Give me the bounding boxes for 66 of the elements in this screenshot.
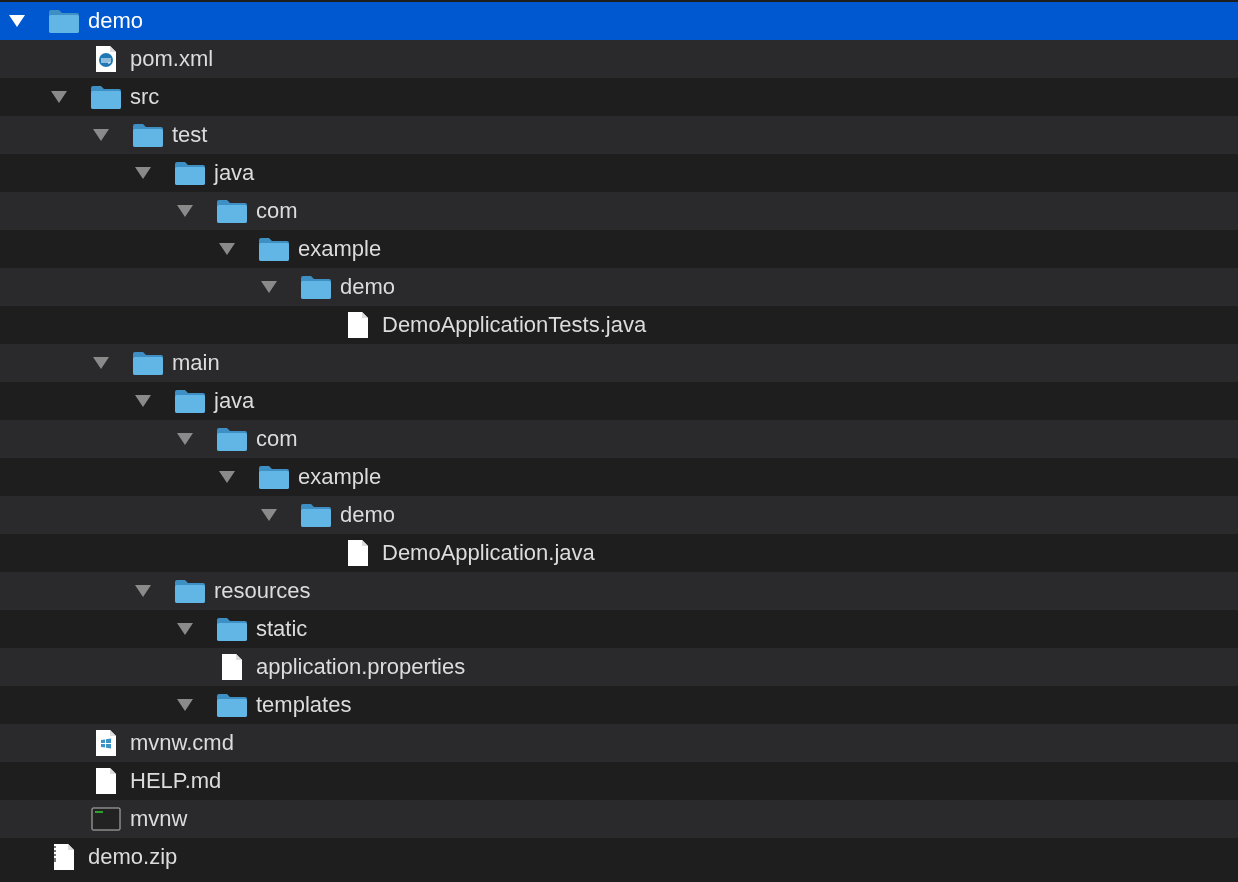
file-row[interactable]: test (0, 116, 1238, 154)
file-row[interactable]: com (0, 192, 1238, 230)
expanded-triangle-icon[interactable] (134, 166, 152, 180)
expanded-triangle-icon[interactable] (176, 698, 194, 712)
terminal-icon (90, 806, 122, 832)
expanded-triangle-icon[interactable] (218, 470, 236, 484)
folder-icon (300, 274, 332, 300)
folder-icon (216, 692, 248, 718)
expanded-triangle-icon[interactable] (92, 128, 110, 142)
expanded-triangle-icon[interactable] (218, 242, 236, 256)
expanded-triangle-icon[interactable] (260, 508, 278, 522)
file-name: example (298, 464, 382, 490)
file-name: example (298, 236, 382, 262)
folder-icon (216, 616, 248, 642)
folder-icon (48, 8, 80, 34)
file-row[interactable]: resources (0, 572, 1238, 610)
file-name: java (214, 160, 255, 186)
file-name: DemoApplicationTests.java (382, 312, 647, 338)
file-name: templates (256, 692, 352, 718)
file-name: resources (214, 578, 311, 604)
file-name: test (172, 122, 208, 148)
folder-icon (216, 198, 248, 224)
file-name: src (130, 84, 160, 110)
folder-icon (174, 388, 206, 414)
file-name: demo.zip (88, 844, 178, 870)
expanded-triangle-icon[interactable] (176, 432, 194, 446)
file-name: mvnw.cmd (130, 730, 234, 756)
expanded-triangle-icon[interactable] (92, 356, 110, 370)
file-name: com (256, 198, 298, 224)
file-row[interactable]: application.properties (0, 648, 1238, 686)
file-row[interactable]: com (0, 420, 1238, 458)
file-row[interactable]: mvnw.cmd (0, 724, 1238, 762)
file-row[interactable]: demo (0, 496, 1238, 534)
folder-icon (174, 578, 206, 604)
folder-icon (216, 426, 248, 452)
file-row[interactable]: demo (0, 268, 1238, 306)
file-name: com (256, 426, 298, 452)
file-name: demo (340, 502, 396, 528)
file-row[interactable]: demo (0, 2, 1238, 40)
folder-icon (258, 464, 290, 490)
file-name: demo (88, 8, 144, 34)
file-name: pom.xml (130, 46, 214, 72)
folder-icon (174, 160, 206, 186)
file-name: static (256, 616, 308, 642)
file-row[interactable]: mvnw (0, 800, 1238, 838)
folder-icon (132, 122, 164, 148)
folder-icon (300, 502, 332, 528)
file-name: java (214, 388, 255, 414)
expanded-triangle-icon[interactable] (260, 280, 278, 294)
file-name: demo (340, 274, 396, 300)
expanded-triangle-icon[interactable] (50, 90, 68, 104)
folder-icon (132, 350, 164, 376)
file-name: application.properties (256, 654, 466, 680)
expanded-triangle-icon[interactable] (176, 204, 194, 218)
expanded-triangle-icon[interactable] (134, 584, 152, 598)
file-name: HELP.md (130, 768, 222, 794)
expanded-triangle-icon[interactable] (176, 622, 194, 636)
file-name: main (172, 350, 220, 376)
file-name: DemoApplication.java (382, 540, 595, 566)
expanded-triangle-icon[interactable] (8, 14, 26, 28)
expanded-triangle-icon[interactable] (134, 394, 152, 408)
folder-icon (258, 236, 290, 262)
file-name: mvnw (130, 806, 188, 832)
folder-icon (90, 84, 122, 110)
file-row[interactable]: main (0, 344, 1238, 382)
file-row[interactable]: pom.xml (0, 40, 1238, 78)
